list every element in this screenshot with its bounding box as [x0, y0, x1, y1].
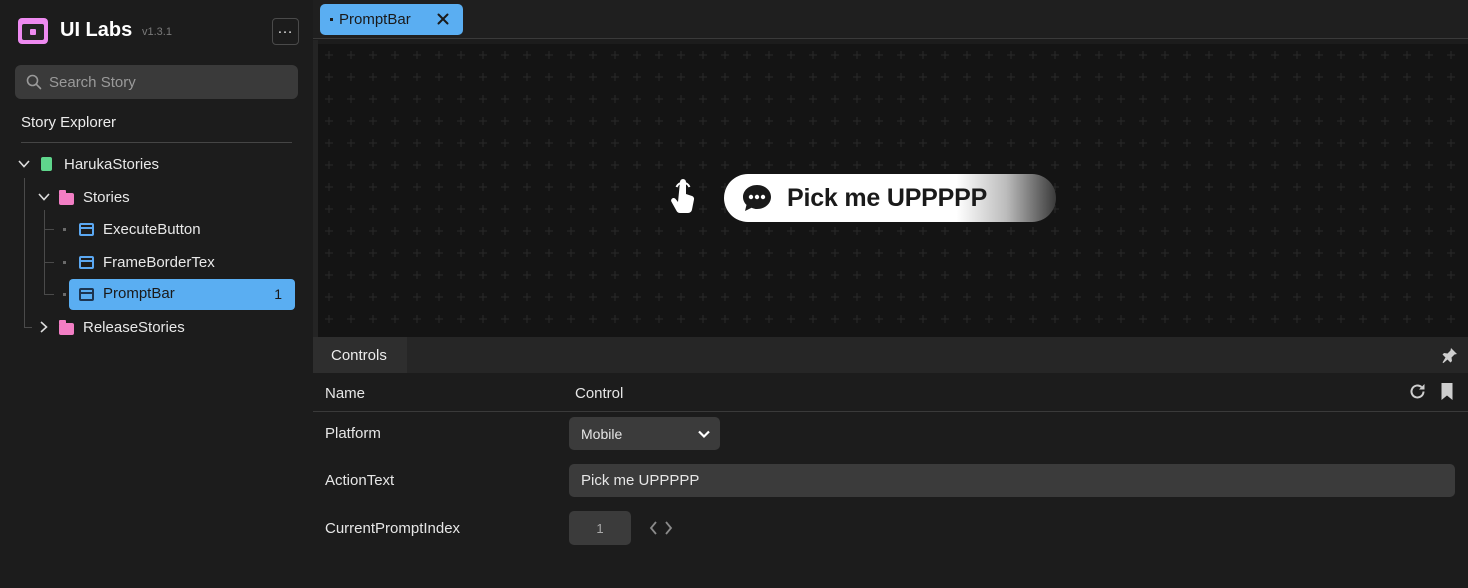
more-menu-button[interactable]: … [272, 18, 299, 45]
app-version: v1.3.1 [142, 26, 172, 38]
chevron-down-icon [698, 430, 710, 439]
tree-root-label: HarukaStories [64, 155, 160, 173]
folder-label: ReleaseStories [83, 318, 185, 336]
story-explorer-title: Story Explorer [21, 114, 117, 131]
number-value: 1 [596, 521, 604, 536]
folder-label: Stories [83, 188, 130, 206]
tree-guide [44, 294, 54, 295]
story-mount-count: 1 [274, 286, 282, 302]
story-label: PromptBar [103, 285, 175, 302]
tree-dot [63, 228, 66, 231]
reset-icon[interactable] [1408, 382, 1427, 401]
folder-icon [59, 189, 74, 205]
tab-controls[interactable]: Controls [313, 337, 407, 373]
controls-tab-label: Controls [331, 347, 387, 364]
story-icon [79, 288, 94, 301]
actiontext-input[interactable] [569, 464, 1455, 497]
tree-guide [44, 262, 54, 263]
prompt-text: Pick me UPPPPP [787, 184, 988, 212]
control-name-actiontext: ActionText [325, 472, 395, 489]
bookmark-icon[interactable] [1440, 382, 1454, 401]
tree-item-frameborder[interactable]: FrameBorderTex [79, 247, 215, 277]
tree-guide [24, 178, 25, 328]
control-name-platform: Platform [325, 425, 381, 442]
tree-folder-releasestories[interactable]: ReleaseStories [37, 312, 185, 342]
controls-header: Controls [313, 337, 1468, 373]
column-header-name: Name [325, 385, 366, 402]
tree-root-harukastories[interactable]: HarukaStories [17, 149, 159, 179]
app-logo-icon [18, 18, 48, 44]
tree-guide [44, 229, 54, 230]
tab-dot [330, 18, 333, 21]
tab-label: PromptBar [339, 11, 411, 28]
tree-guide [44, 210, 45, 295]
search-icon [26, 74, 42, 90]
app-title: UI Labs [60, 19, 133, 41]
tree-dot [63, 293, 66, 296]
sidebar: UI Labs v1.3.1 … Story Explorer HarukaSt… [0, 0, 313, 588]
chevron-right-icon[interactable] [37, 320, 51, 334]
tree-folder-stories[interactable]: Stories [37, 182, 130, 212]
chevron-down-icon[interactable] [17, 157, 31, 171]
tap-hand-icon [671, 179, 695, 214]
tree-item-promptbar-selected[interactable]: PromptBar 1 [69, 279, 295, 310]
story-label: FrameBorderTex [103, 253, 215, 271]
search-input[interactable] [49, 65, 289, 99]
column-header-control: Control [575, 385, 624, 402]
prompt-index-number-input[interactable]: 1 [569, 511, 631, 545]
library-icon [41, 157, 52, 171]
controls-panel: Controls Name Control Platform Mobile Ac… [313, 337, 1468, 588]
story-icon [79, 222, 94, 236]
chevron-down-icon[interactable] [37, 190, 51, 204]
platform-select[interactable]: Mobile [569, 417, 720, 450]
pin-icon[interactable] [1442, 347, 1458, 363]
search-box[interactable] [15, 65, 298, 99]
story-label: ExecuteButton [103, 220, 201, 238]
ellipsis-icon: … [277, 19, 294, 37]
divider [21, 142, 292, 143]
tree-dot [63, 261, 66, 264]
tab-bar: PromptBar [313, 0, 1468, 39]
chat-bubble-icon [743, 185, 771, 211]
select-value: Mobile [581, 426, 623, 442]
story-icon [79, 255, 94, 269]
folder-icon [59, 319, 74, 335]
prompt-bar-preview[interactable]: Pick me UPPPPP [724, 174, 1056, 222]
control-name-currentpromptindex: CurrentPromptIndex [325, 520, 461, 537]
tab-promptbar[interactable]: PromptBar [320, 4, 463, 35]
tree-guide [24, 327, 32, 328]
close-icon[interactable] [435, 11, 451, 27]
drag-arrows-icon[interactable] [649, 520, 673, 536]
controls-table-header: Name Control [313, 373, 1468, 412]
tree-item-executebutton[interactable]: ExecuteButton [79, 214, 201, 244]
